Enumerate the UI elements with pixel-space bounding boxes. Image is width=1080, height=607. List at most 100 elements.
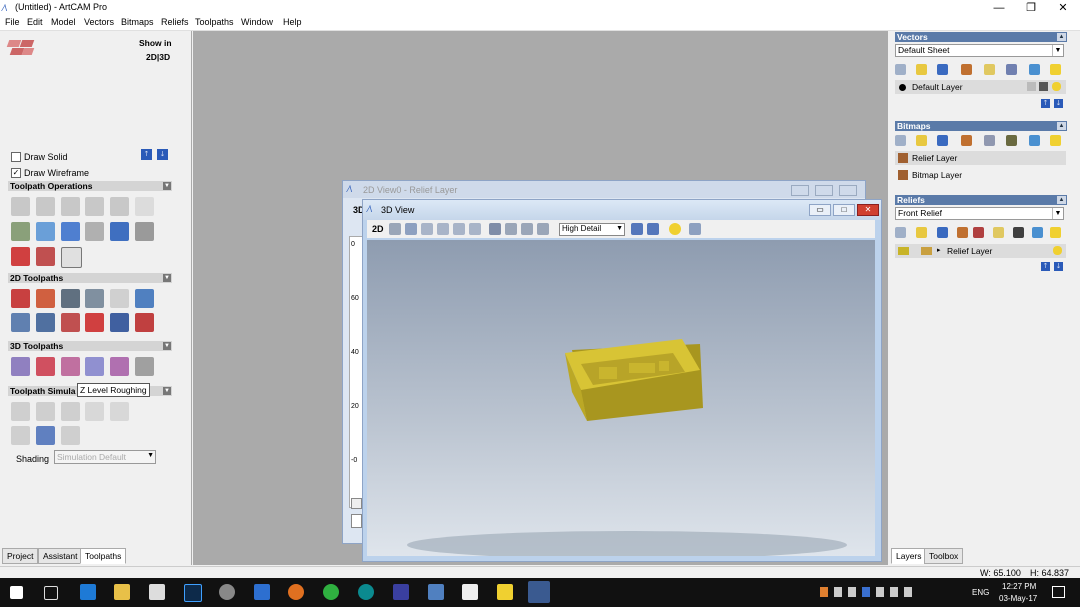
relief-tool-icon[interactable] <box>973 227 984 238</box>
relief-layer-row[interactable]: ▸ Relief Layer <box>895 244 1066 258</box>
toolpath-op-icon[interactable] <box>11 197 30 216</box>
profile-toolpath-icon[interactable] <box>11 289 30 308</box>
front-view-icon[interactable] <box>505 223 517 235</box>
windows-start-icon[interactable] <box>10 586 23 599</box>
app-icon[interactable] <box>428 584 444 600</box>
toolpath-op-icon[interactable] <box>11 247 30 266</box>
2d-minimize-button[interactable] <box>791 185 809 196</box>
bitmap-tool-icon[interactable] <box>895 135 906 146</box>
collapse-icon[interactable]: ▼ <box>163 342 171 350</box>
shading-select[interactable]: Simulation Default ▼ <box>54 450 156 464</box>
lightbulb-icon[interactable] <box>1052 82 1061 91</box>
menu-bitmaps[interactable]: Bitmaps <box>121 17 154 27</box>
bitmap-tool-icon[interactable] <box>1029 135 1040 146</box>
draw-solid-checkbox[interactable] <box>11 152 21 162</box>
photoshop-icon[interactable] <box>184 584 202 602</box>
bitmap-layer-row[interactable]: Relief Layer <box>895 151 1066 165</box>
simulation-icon[interactable] <box>36 426 55 445</box>
toolpath-op-icon[interactable] <box>36 222 55 241</box>
file-explorer-icon[interactable] <box>114 584 130 600</box>
bitmap-tool-icon[interactable] <box>916 135 927 146</box>
toolpath-2d-icon[interactable] <box>11 313 30 332</box>
machine-3d-icon[interactable] <box>135 357 154 376</box>
vector-layer-row[interactable]: Default Layer <box>895 80 1066 94</box>
toolpath-op-icon[interactable] <box>110 222 129 241</box>
bitmap-tool-icon[interactable] <box>937 135 948 146</box>
relief-tool-icon[interactable] <box>993 227 1004 238</box>
simulation-icon[interactable] <box>11 426 30 445</box>
machine-relief-icon[interactable] <box>85 289 104 308</box>
bitmap-layer-row[interactable]: Bitmap Layer <box>895 168 1066 182</box>
move-up-button[interactable]: 🡑 <box>1041 99 1050 108</box>
3d-minimize-button[interactable]: ▭ <box>809 204 831 216</box>
section-2d-toolpaths[interactable]: 2D Toolpaths ▼ <box>8 273 172 283</box>
top-view-icon[interactable] <box>537 223 549 235</box>
zoom-out-icon[interactable] <box>437 223 449 235</box>
minimize-button[interactable]: — <box>984 0 1014 16</box>
relief-tool-icon[interactable] <box>1032 227 1043 238</box>
toolpath-op-icon[interactable] <box>110 197 129 216</box>
vector-tool-icon[interactable] <box>1006 64 1017 75</box>
menu-toolpaths[interactable]: Toolpaths <box>195 17 234 27</box>
menu-edit[interactable]: Edit <box>27 17 43 27</box>
relief-select[interactable]: Front Relief ▼ <box>895 207 1064 220</box>
vector-tool-icon[interactable] <box>1029 64 1040 75</box>
toolpath-op-icon[interactable] <box>61 247 82 268</box>
lightbulb-icon[interactable] <box>1050 135 1061 146</box>
draw-wireframe-checkbox[interactable]: ✓ <box>11 168 21 178</box>
simulation-icon[interactable] <box>110 402 129 421</box>
vector-tool-icon[interactable] <box>984 64 995 75</box>
chevron-down-icon[interactable]: ▼ <box>1052 208 1063 219</box>
menu-model[interactable]: Model <box>51 17 76 27</box>
menu-reliefs[interactable]: Reliefs <box>161 17 189 27</box>
menu-help[interactable]: Help <box>283 17 302 27</box>
toolpath-op-icon[interactable] <box>61 197 80 216</box>
simulation-icon[interactable] <box>85 402 104 421</box>
vector-tool-icon[interactable] <box>961 64 972 75</box>
relief-tool-icon[interactable] <box>895 227 906 238</box>
collapse-icon[interactable]: ▲ <box>1057 122 1066 130</box>
artcam-icon[interactable] <box>528 581 550 603</box>
machine-3d-icon[interactable] <box>85 357 104 376</box>
scroll-button[interactable] <box>351 498 362 509</box>
collapse-icon[interactable]: ▼ <box>163 387 171 395</box>
sheet-select[interactable]: Default Sheet ▼ <box>895 44 1064 57</box>
toolpath-op-icon[interactable] <box>135 222 154 241</box>
detail-select[interactable]: High Detail ▼ <box>559 223 625 236</box>
zoom-box-icon[interactable] <box>469 223 481 235</box>
restore-button[interactable]: ❐ <box>1016 0 1046 16</box>
pen-icon[interactable] <box>1039 82 1048 91</box>
zoom-in-icon[interactable] <box>421 223 433 235</box>
app-icon[interactable] <box>219 584 235 600</box>
move-down-button[interactable]: 🡓 <box>157 149 168 160</box>
area-clearance-icon[interactable] <box>36 289 55 308</box>
lock-icon[interactable] <box>1027 82 1036 91</box>
expand-icon[interactable]: ▸ <box>937 244 941 258</box>
bitmaps-header[interactable]: Bitmaps ▲ <box>895 121 1067 131</box>
relief-tool-icon[interactable] <box>1013 227 1024 238</box>
move-icon[interactable] <box>405 223 417 235</box>
show-in-icon[interactable] <box>6 40 35 56</box>
relief-tool-icon[interactable] <box>937 227 948 238</box>
tab-toolpaths[interactable]: Toolpaths <box>80 548 127 564</box>
toolpath-2d-icon[interactable] <box>135 313 154 332</box>
firefox-icon[interactable] <box>288 584 304 600</box>
clock-time[interactable]: 12:27 PM <box>1002 582 1036 591</box>
machine-3d-icon[interactable] <box>11 357 30 376</box>
toolpath-2d-icon[interactable] <box>110 313 129 332</box>
close-button[interactable]: ✕ <box>1048 0 1078 16</box>
bitmap-tool-icon[interactable] <box>961 135 972 146</box>
show-in-value[interactable]: 2D|3D <box>146 52 170 62</box>
app-icon[interactable] <box>393 584 409 600</box>
iso-view-icon[interactable] <box>489 223 501 235</box>
simulation-icon[interactable] <box>11 402 30 421</box>
simulation-icon[interactable] <box>61 402 80 421</box>
zoom-fit-icon[interactable] <box>453 223 465 235</box>
store-icon[interactable] <box>149 584 165 600</box>
2d-mode-button[interactable]: 2D <box>372 224 384 234</box>
lightbulb-icon[interactable] <box>1050 227 1061 238</box>
3d-close-button[interactable]: ✕ <box>857 204 879 216</box>
vectors-header[interactable]: Vectors ▲ <box>895 32 1067 42</box>
collapse-icon[interactable]: ▲ <box>1057 196 1066 204</box>
menu-file[interactable]: File <box>5 17 20 27</box>
